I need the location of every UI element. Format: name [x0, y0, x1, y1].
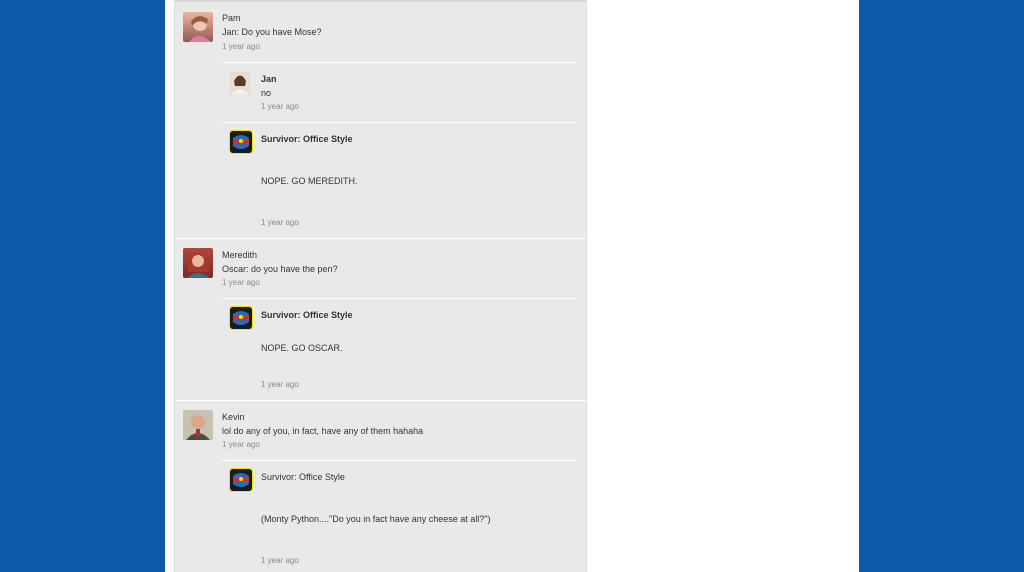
comment-author[interactable]: Meredith — [222, 250, 257, 260]
avatar-pam-image — [189, 16, 211, 42]
comment-timestamp[interactable]: 1 year ago — [222, 42, 260, 51]
thread-separator — [175, 238, 586, 239]
survivor-logo-icon — [230, 307, 252, 329]
page-container: Pam Jan: Do you have Mose? 1 year ago Ja… — [165, 0, 859, 572]
survivor-logo-icon — [230, 131, 252, 153]
avatar-survivor[interactable] — [229, 306, 253, 330]
avatar-survivor[interactable] — [229, 468, 253, 492]
comment-text: Jan: Do you have Mose? — [222, 27, 322, 37]
avatar-survivor[interactable] — [229, 130, 253, 154]
comment-author[interactable]: Kevin — [222, 412, 245, 422]
reply-text: (Monty Python...."Do you in fact have an… — [261, 514, 491, 524]
avatar-kevin[interactable] — [183, 410, 213, 440]
comment-author[interactable]: Pam — [222, 13, 241, 23]
reply-text: NOPE. GO MEREDITH. — [261, 176, 358, 186]
reply-timestamp[interactable]: 1 year ago — [261, 556, 299, 565]
avatar-jan-image — [230, 72, 250, 94]
feed-top-rule — [175, 0, 586, 2]
reply-author[interactable]: Survivor: Office Style — [261, 310, 353, 320]
avatar-jan[interactable] — [230, 72, 250, 94]
avatar-kevin-image — [183, 410, 213, 440]
reply-divider — [222, 62, 577, 63]
reply-author[interactable]: Survivor: Office Style — [261, 472, 345, 482]
comment-timestamp[interactable]: 1 year ago — [222, 440, 260, 449]
reply-text: NOPE. GO OSCAR. — [261, 343, 343, 353]
survivor-logo-icon — [230, 469, 252, 491]
avatar-pam[interactable] — [183, 12, 213, 42]
comment-text: Oscar: do you have the pen? — [222, 264, 338, 274]
reply-divider — [222, 122, 577, 123]
comment-text: lol do any of you, in fact, have any of … — [222, 426, 424, 436]
reply-text: no — [261, 88, 272, 98]
reply-timestamp[interactable]: 1 year ago — [261, 102, 299, 111]
reply-divider — [222, 298, 577, 299]
avatar-meredith-image — [187, 253, 210, 278]
comment-feed: Pam Jan: Do you have Mose? 1 year ago Ja… — [174, 0, 587, 572]
reply-author[interactable]: Survivor: Office Style — [261, 134, 353, 144]
reply-timestamp[interactable]: 1 year ago — [261, 380, 299, 389]
thread-separator — [175, 400, 586, 401]
reply-author[interactable]: Jan — [261, 74, 277, 84]
avatar-meredith[interactable] — [183, 248, 213, 278]
reply-divider — [222, 460, 577, 461]
comment-timestamp[interactable]: 1 year ago — [222, 278, 260, 287]
reply-timestamp[interactable]: 1 year ago — [261, 218, 299, 227]
